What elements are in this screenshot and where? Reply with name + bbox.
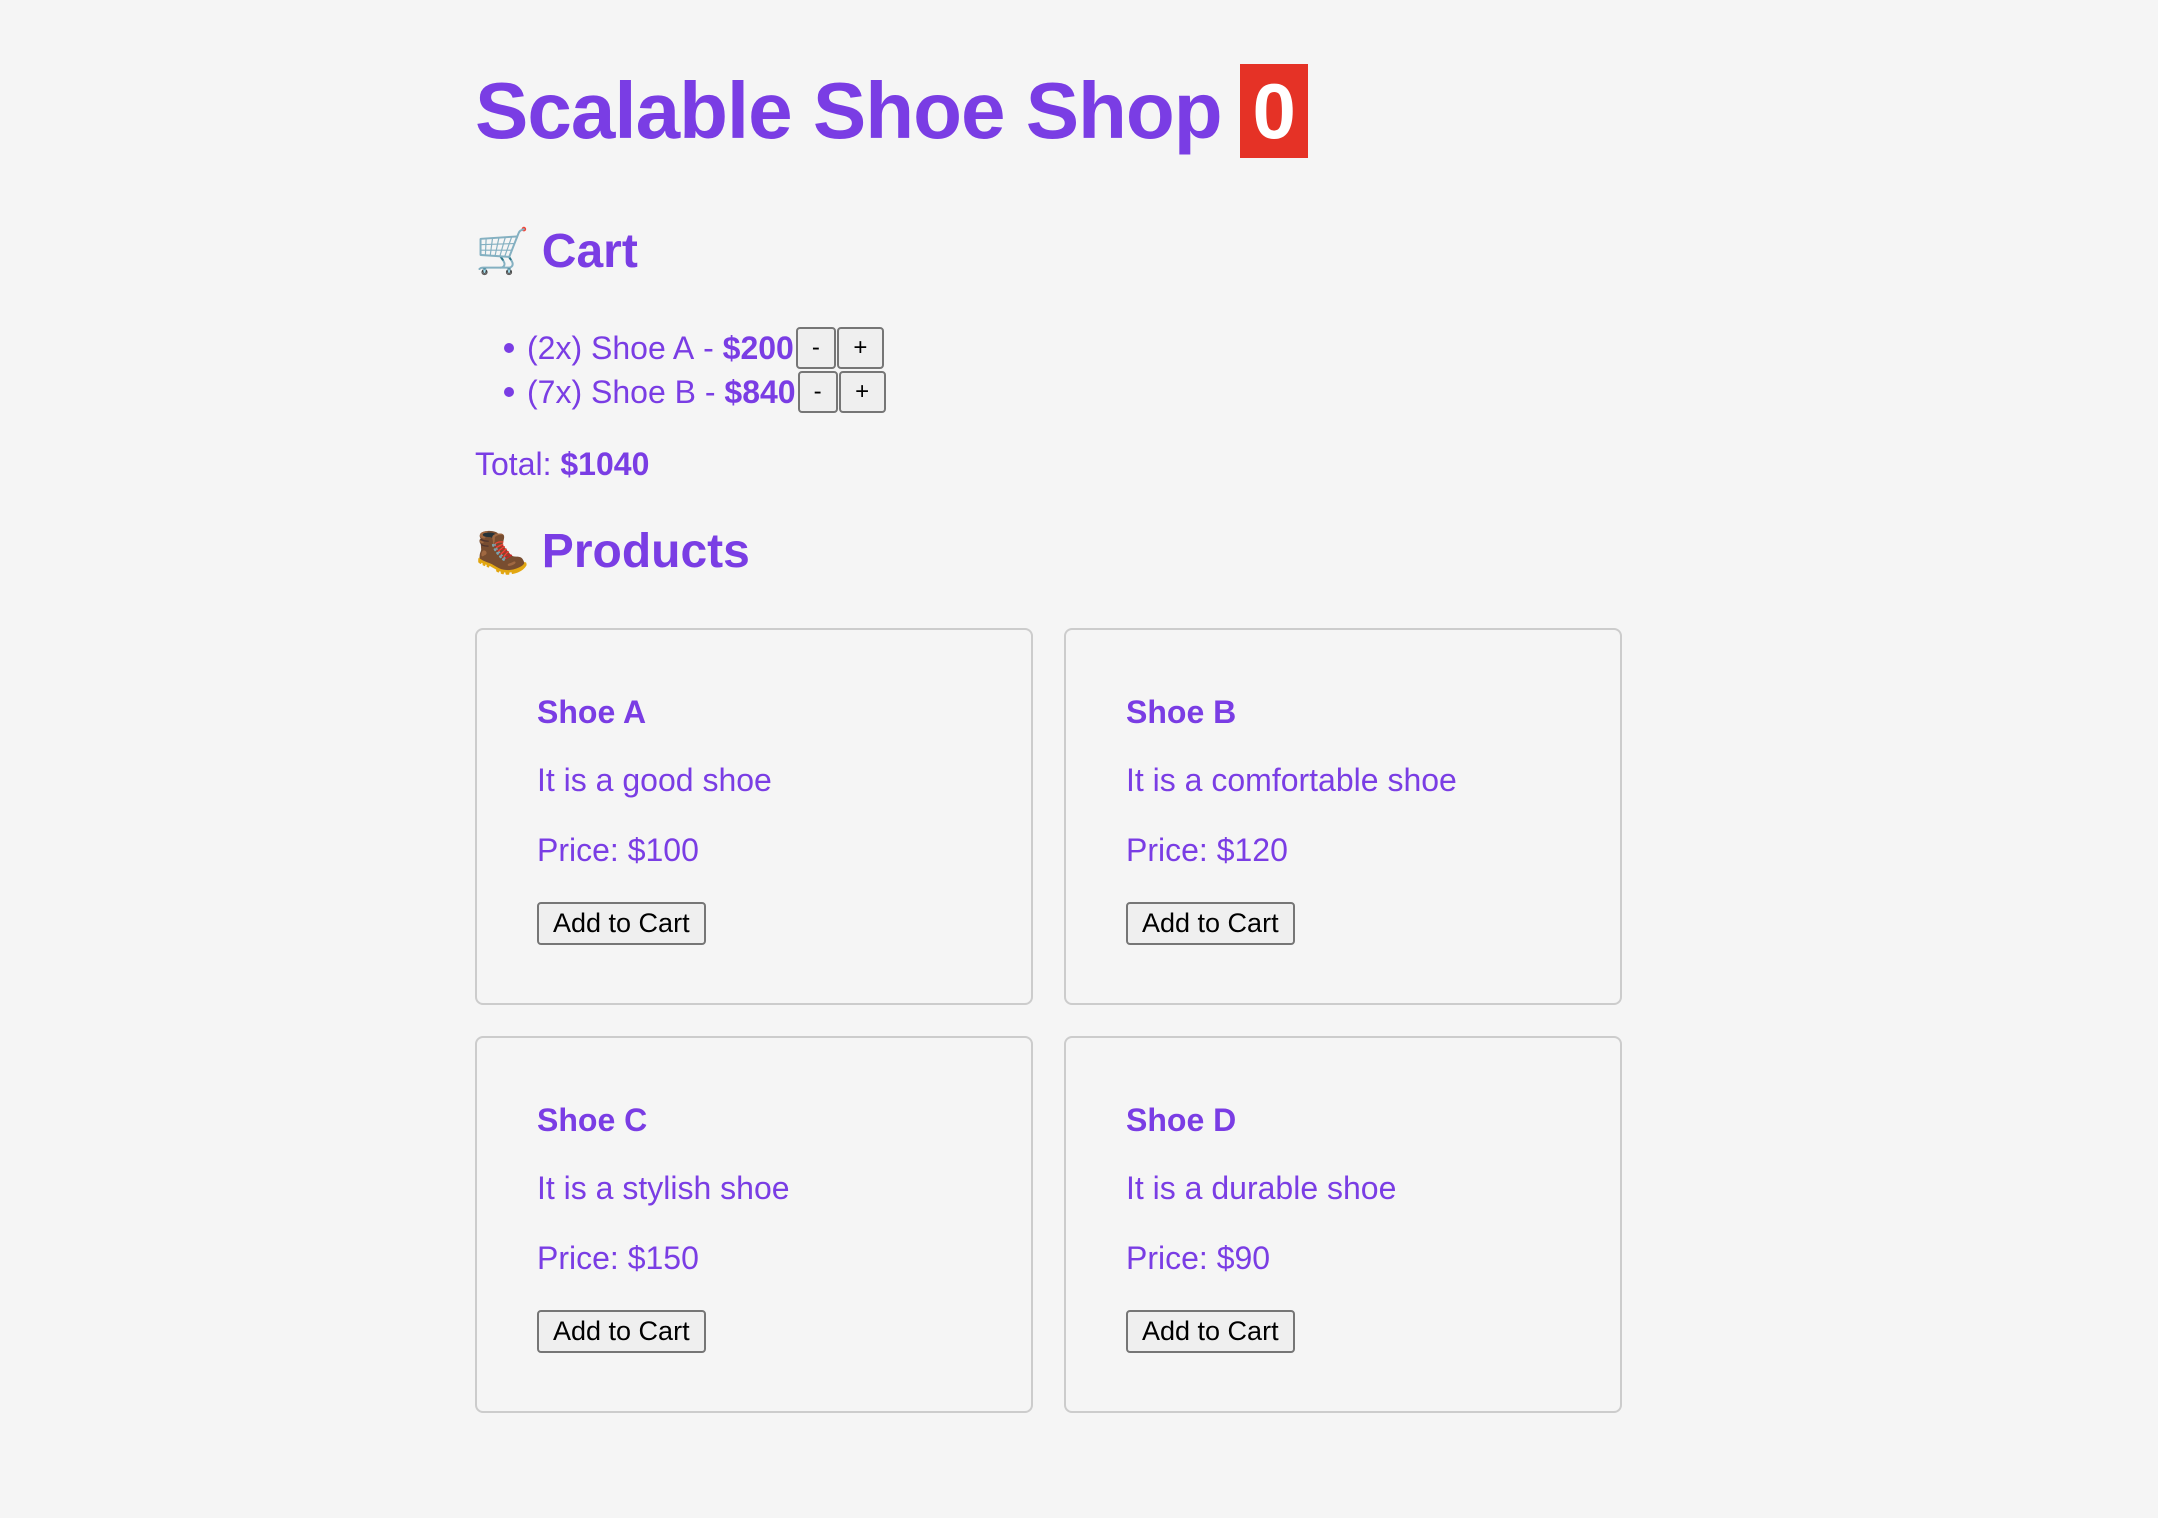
cart-item-qty: (7x) [527,373,583,410]
cart-item: (7x) Shoe B - $840 - + [504,370,886,414]
add-to-cart-button[interactable]: Add to Cart [537,1310,706,1353]
product-card: Shoe D It is a durable shoe Price: $90 A… [1064,1036,1622,1413]
product-card: Shoe A It is a good shoe Price: $100 Add… [475,628,1033,1005]
shopping-cart-icon: 🛒 [475,226,530,276]
product-description: It is a comfortable shoe [1126,762,1457,798]
cart-item: (2x) Shoe A - $200 - + [504,326,886,370]
product-description: It is a good shoe [537,762,772,798]
cart-item-subtotal: $840 [724,373,796,410]
add-to-cart-button[interactable]: Add to Cart [537,902,706,945]
product-price: Price: $150 [537,1240,699,1276]
product-name: Shoe C [537,1102,648,1138]
product-price: Price: $120 [1126,832,1288,868]
cart-item-qty: (2x) [527,329,583,366]
page-title: Scalable Shoe Shop 0 [475,62,1308,160]
cart-total-label: Total: [475,446,552,482]
cart-item-name: Shoe B [591,373,696,410]
cart-item-subtotal: $200 [722,329,794,366]
product-card: Shoe C It is a stylish shoe Price: $150 … [475,1036,1033,1413]
product-description: It is a durable shoe [1126,1170,1397,1206]
products-heading: 🥾 Products [475,524,750,579]
product-description: It is a stylish shoe [537,1170,790,1206]
cart-heading: 🛒 Cart [475,224,638,279]
cart-list: (2x) Shoe A - $200 - + (7x) Shoe B - $84… [504,326,886,414]
bullet-icon [504,343,514,353]
cart-item-sep: - [704,373,716,410]
page-title-text: Scalable Shoe Shop [475,66,1223,155]
product-name: Shoe A [537,694,647,730]
decrease-quantity-button[interactable]: - [795,327,836,369]
product-price: Price: $100 [537,832,699,868]
product-card: Shoe B It is a comfortable shoe Price: $… [1064,628,1622,1005]
decrease-quantity-button[interactable]: - [797,371,838,413]
increase-quantity-button[interactable]: + [836,327,884,369]
bullet-icon [504,387,514,397]
hiking-boot-icon: 🥾 [475,526,530,576]
add-to-cart-button[interactable]: Add to Cart [1126,1310,1295,1353]
product-price: Price: $90 [1126,1240,1271,1276]
cart-item-name: Shoe A [591,329,695,366]
product-name: Shoe B [1126,694,1237,730]
cart-count-badge: 0 [1239,64,1308,158]
product-grid: Shoe A It is a good shoe Price: $100 Add… [475,628,1622,1413]
add-to-cart-button[interactable]: Add to Cart [1126,902,1295,945]
products-heading-text: Products [541,525,750,578]
cart-total: Total: $1040 [475,446,649,483]
increase-quantity-button[interactable]: + [838,371,886,413]
product-name: Shoe D [1126,1102,1237,1138]
cart-total-value: $1040 [560,446,650,482]
cart-heading-text: Cart [541,225,638,278]
cart-item-sep: - [703,329,714,366]
